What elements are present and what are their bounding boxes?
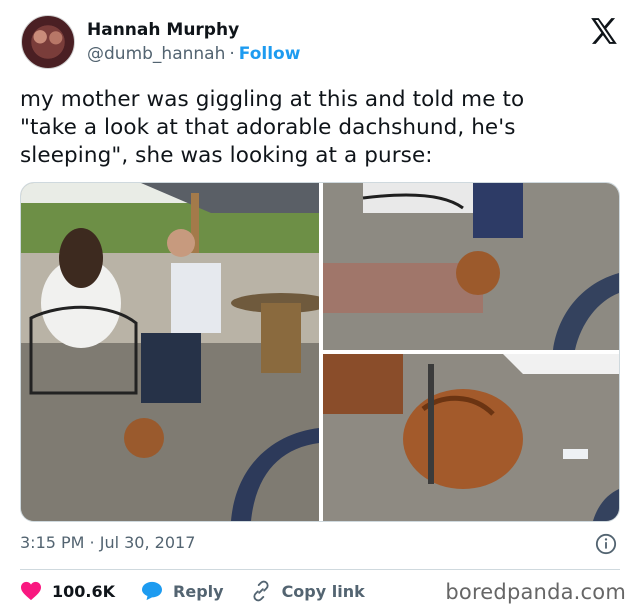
photo-purse-wide[interactable] bbox=[323, 183, 619, 350]
copy-link-button[interactable]: Copy link bbox=[250, 580, 365, 602]
photo-purse-closeup[interactable] bbox=[323, 354, 619, 521]
link-icon bbox=[252, 580, 269, 602]
tweet-card: Hannah Murphy @dumb_hannah · Follow my mot… bbox=[0, 0, 640, 615]
heart-icon bbox=[21, 581, 41, 601]
author-name[interactable]: Hannah Murphy bbox=[87, 20, 239, 40]
tweet-text-line: my mother was giggling at this and told … bbox=[20, 87, 525, 112]
tweet-timestamp[interactable]: 3:15 PM · Jul 30, 2017 bbox=[20, 533, 195, 552]
info-icon[interactable] bbox=[595, 533, 617, 555]
speech-bubble-icon bbox=[142, 581, 163, 601]
reply-label: Reply bbox=[173, 581, 224, 601]
divider bbox=[20, 569, 620, 570]
copy-link-label: Copy link bbox=[281, 581, 365, 601]
x-logo-icon[interactable] bbox=[590, 18, 618, 44]
action-bar: 100.6K Reply Copy link bbox=[20, 578, 391, 604]
like-button[interactable]: 100.6K bbox=[20, 581, 115, 601]
like-count: 100.6K bbox=[52, 581, 116, 601]
watermark: boredpanda.com bbox=[445, 580, 626, 604]
author-avatar[interactable] bbox=[21, 15, 75, 69]
photo-grid bbox=[20, 182, 620, 522]
author-handle-row: @dumb_hannah · Follow bbox=[87, 44, 300, 64]
tweet-text-line: "take a look at that adorable dachshund,… bbox=[20, 115, 516, 140]
separator-dot: · bbox=[229, 44, 235, 64]
tweet-text-line: sleeping", she was looking at a purse: bbox=[20, 143, 433, 168]
photo-patio-scene[interactable] bbox=[21, 183, 319, 521]
follow-button[interactable]: Follow bbox=[239, 44, 301, 64]
reply-button[interactable]: Reply bbox=[141, 581, 224, 601]
tweet-text: my mother was giggling at this and told … bbox=[20, 86, 620, 170]
author-handle[interactable]: @dumb_hannah bbox=[87, 44, 225, 64]
